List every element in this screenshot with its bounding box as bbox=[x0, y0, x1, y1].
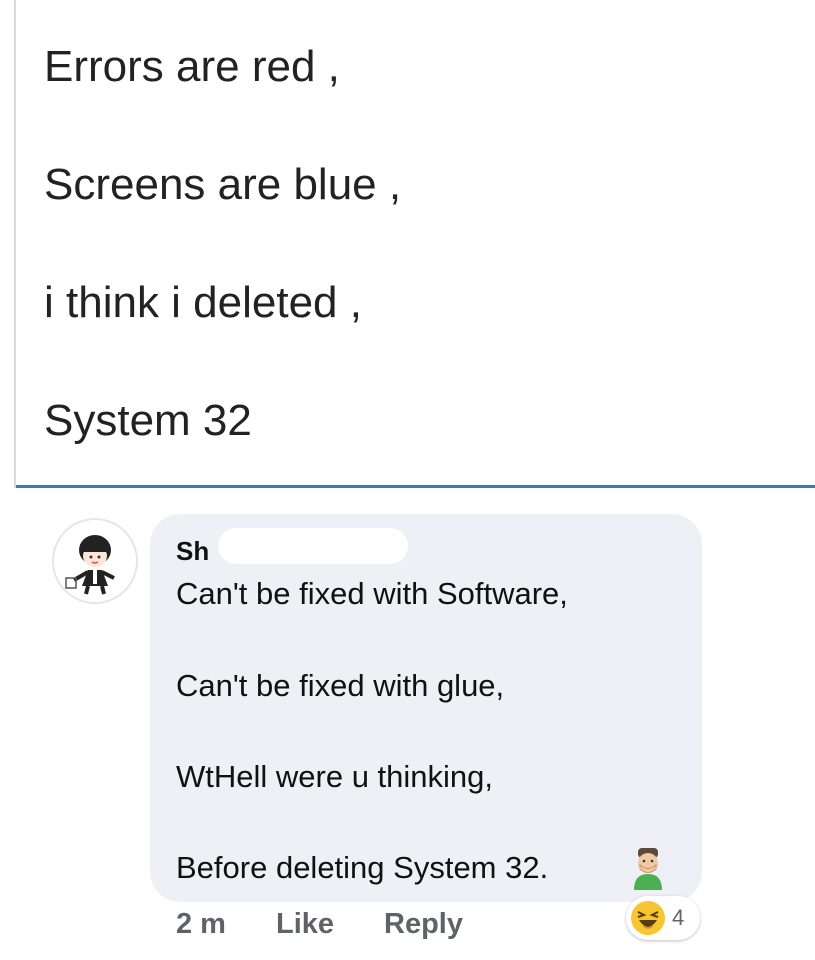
post-left-border bbox=[14, 0, 16, 488]
comment-bubble: Sh Can't be fixed with Software, Can't b… bbox=[150, 514, 702, 902]
post-line-2: Screens are blue , bbox=[44, 160, 402, 209]
comment-line-4: Before deleting System 32. bbox=[176, 850, 549, 885]
reply-button[interactable]: Reply bbox=[384, 908, 463, 941]
face-with-hand-over-mouth-icon bbox=[634, 848, 662, 890]
laughing-face-icon bbox=[631, 901, 665, 935]
post-line-3: i think i deleted , bbox=[44, 278, 362, 327]
avatar[interactable] bbox=[52, 518, 138, 604]
comment-line-2: Can't be fixed with glue, bbox=[176, 668, 505, 703]
like-button[interactable]: Like bbox=[276, 908, 334, 941]
comment-line-1: Can't be fixed with Software, bbox=[176, 576, 568, 611]
comment-time: 2 m bbox=[176, 908, 226, 940]
author-name-redaction bbox=[218, 528, 408, 564]
comment-line-3: WtHell were u thinking, bbox=[176, 759, 494, 794]
post-divider bbox=[16, 485, 815, 488]
post-line-4: System 32 bbox=[44, 396, 252, 445]
cartoon-person-icon bbox=[65, 535, 115, 595]
reaction-count: 4 bbox=[672, 905, 685, 930]
reaction-summary[interactable]: 4 bbox=[626, 896, 700, 940]
post-line-1: Errors are red , bbox=[44, 42, 340, 91]
comment-author[interactable]: Sh bbox=[176, 536, 209, 567]
